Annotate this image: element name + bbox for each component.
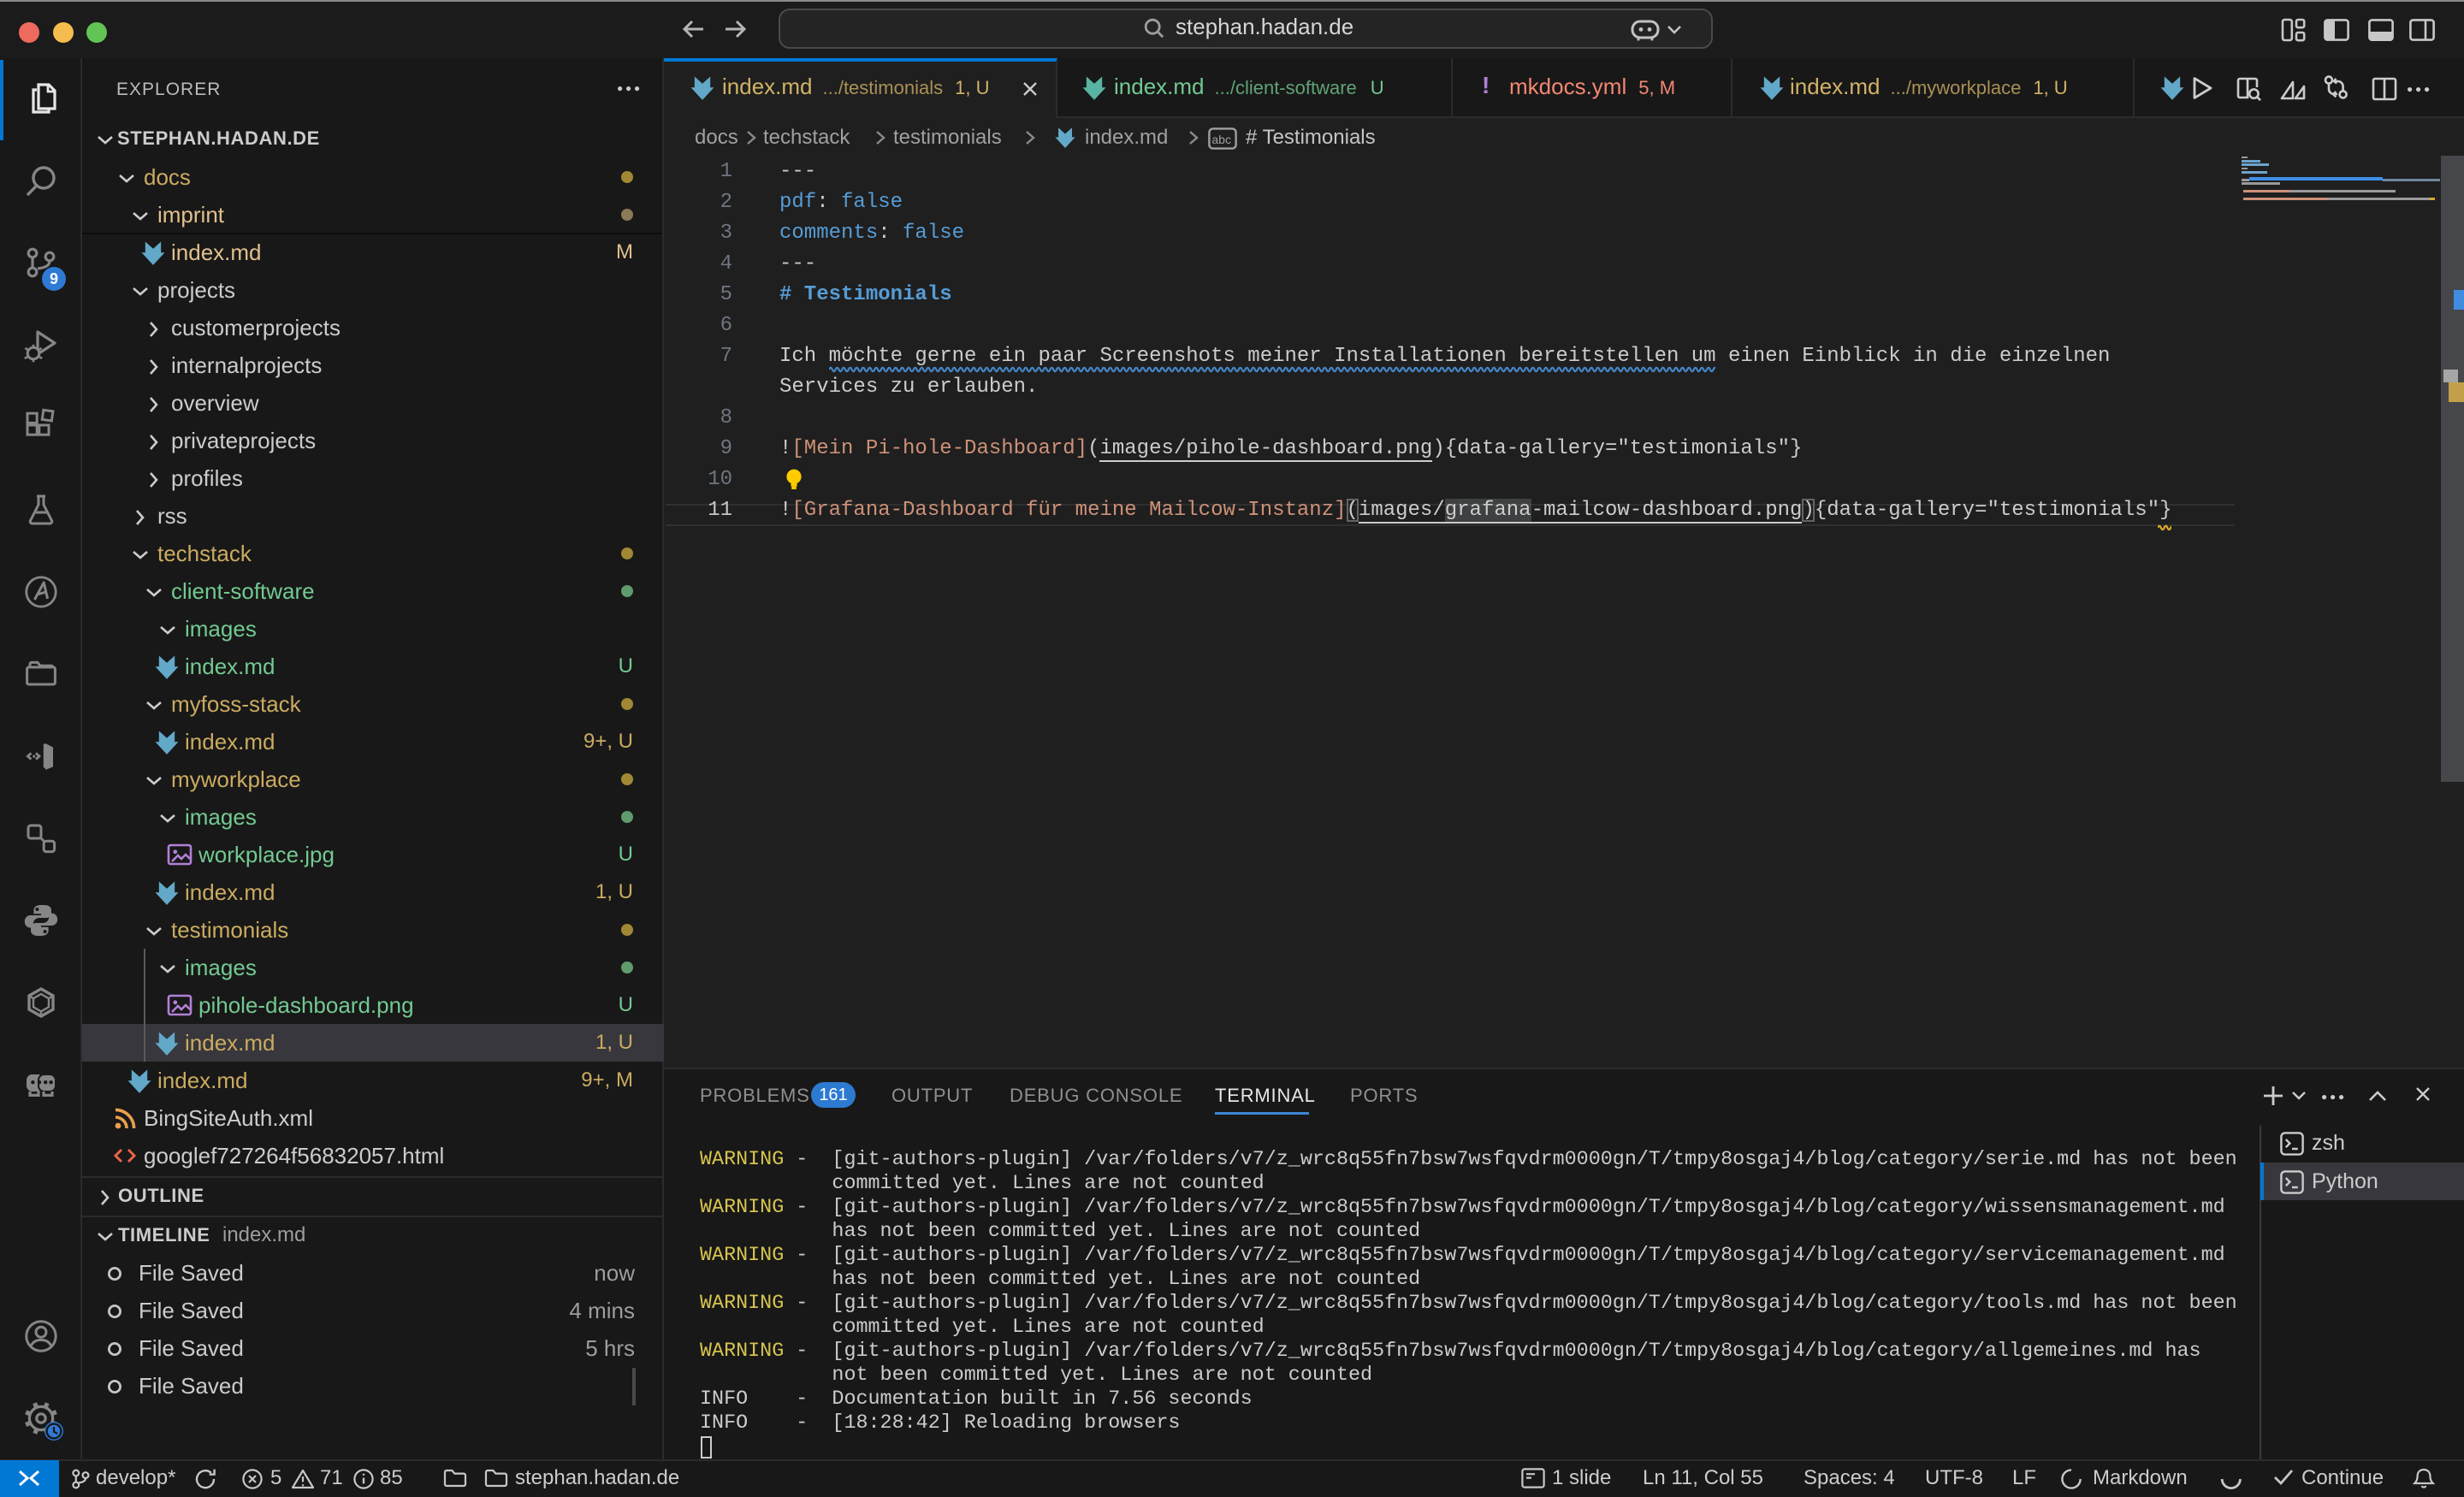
svg-text:abc: abc <box>1211 133 1231 146</box>
